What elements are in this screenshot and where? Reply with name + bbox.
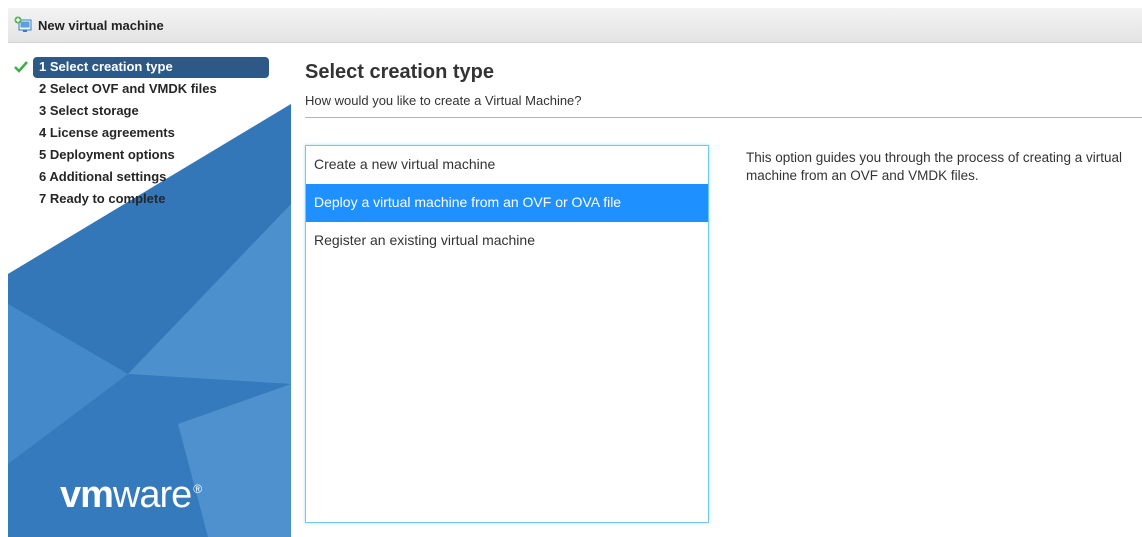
step-label: 4 License agreements — [39, 125, 175, 140]
step-label: 2 Select OVF and VMDK files — [39, 81, 217, 96]
step-label: 6 Additional settings — [39, 169, 167, 184]
step-additional-settings[interactable]: 6 Additional settings — [8, 166, 291, 188]
option-register-existing-vm[interactable]: Register an existing virtual machine — [306, 222, 708, 260]
main-panel: Select creation type How would you like … — [305, 44, 1142, 537]
option-deploy-from-ovf-ova[interactable]: Deploy a virtual machine from an OVF or … — [306, 184, 708, 222]
wizard-step-sidebar: 1 Select creation type 2 Select OVF and … — [8, 44, 291, 537]
option-description: This option guides you through the proce… — [746, 150, 1122, 183]
new-vm-icon — [14, 16, 32, 34]
step-label: 3 Select storage — [39, 103, 139, 118]
checkmark-icon — [13, 56, 29, 78]
wizard-steps: 1 Select creation type 2 Select OVF and … — [8, 56, 291, 210]
step-label: 5 Deployment options — [39, 147, 175, 162]
step-select-creation-type[interactable]: 1 Select creation type — [8, 56, 291, 78]
creation-type-list[interactable]: Create a new virtual machine Deploy a vi… — [305, 145, 709, 523]
step-label: 7 Ready to complete — [39, 191, 166, 206]
page-title: Select creation type — [305, 61, 494, 83]
vmware-logo: vmware ® — [60, 474, 202, 516]
step-license-agreements[interactable]: 4 License agreements — [8, 122, 291, 144]
title-bar: New virtual machine — [8, 8, 1142, 43]
window-title: New virtual machine — [38, 17, 164, 33]
page-subtitle: How would you like to create a Virtual M… — [305, 93, 582, 108]
step-select-storage[interactable]: 3 Select storage — [8, 100, 291, 122]
step-ready-to-complete[interactable]: 7 Ready to complete — [8, 188, 291, 210]
step-deployment-options[interactable]: 5 Deployment options — [8, 144, 291, 166]
step-label: 1 Select creation type — [39, 59, 173, 74]
new-vm-wizard-window: New virtual machine 1 Select creation ty… — [8, 8, 1142, 537]
divider — [305, 117, 1142, 118]
option-create-new-vm[interactable]: Create a new virtual machine — [306, 146, 708, 184]
step-select-ovf-vmdk-files[interactable]: 2 Select OVF and VMDK files — [8, 78, 291, 100]
